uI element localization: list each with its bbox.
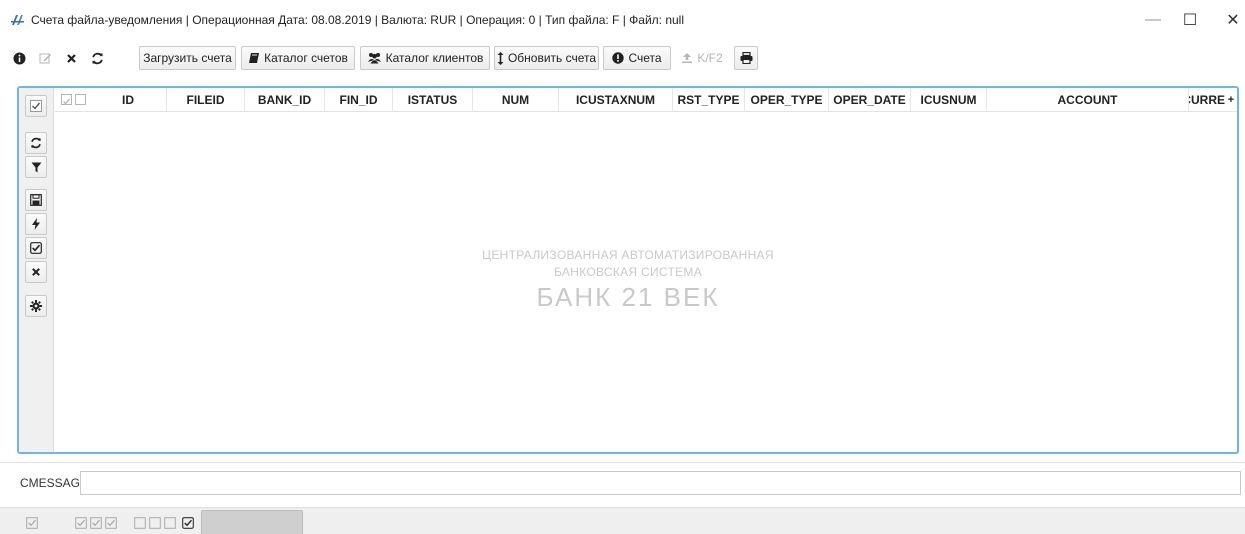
accounts-catalog-button[interactable]: Каталог счетов <box>241 46 355 70</box>
edit-button[interactable] <box>34 46 56 70</box>
checkbox-checked-icon <box>30 100 42 112</box>
book-icon <box>248 52 260 64</box>
refresh-icon <box>91 52 104 65</box>
column-currency[interactable]: CURRE <box>1189 88 1227 112</box>
vertical-arrows-icon <box>497 51 504 65</box>
watermark-logo-text: БАНК 21 ВЕК <box>536 282 720 312</box>
info-button[interactable] <box>8 46 30 70</box>
save-icon <box>30 194 42 206</box>
accounts-table-panel: ID FILEID BANK_ID FIN_ID ISTATUS NUM ICU… <box>17 86 1239 454</box>
kf2-button[interactable]: K/F2 <box>676 46 728 70</box>
column-fileid[interactable]: FILEID <box>167 88 245 112</box>
separator <box>0 462 1245 463</box>
checkboxes-empty-icon <box>134 517 176 529</box>
header-checkbox[interactable] <box>75 94 86 105</box>
edit-icon <box>39 52 52 65</box>
maximize-button[interactable]: ☐ <box>1167 0 1213 40</box>
column-istatus[interactable]: ISTATUS <box>393 88 473 112</box>
column-oper-type[interactable]: OPER_TYPE <box>745 88 829 112</box>
refresh-icon <box>31 137 41 149</box>
lightning-icon <box>32 218 40 230</box>
select-all-button[interactable] <box>25 95 47 117</box>
accounts-button[interactable]: Счета <box>603 46 671 70</box>
print-button[interactable] <box>734 46 758 70</box>
filter-icon <box>31 162 41 172</box>
watermark-line-2: БАНКОВСКАЯ СИСТЕМА <box>553 265 703 279</box>
save-button[interactable] <box>25 189 47 211</box>
uncheck-all-button[interactable] <box>132 514 178 532</box>
cmessage-field[interactable] <box>80 471 1241 495</box>
update-accounts-button[interactable]: Обновить счета <box>494 46 599 70</box>
selected-count-check[interactable] <box>180 514 196 532</box>
single-check-button[interactable] <box>20 514 44 532</box>
selected-count-field <box>201 510 303 534</box>
window-title: Счета файла-уведомления | Операционная Д… <box>31 13 685 27</box>
column-oper-date[interactable]: OPER_DATE <box>829 88 911 112</box>
cmessage-label: CMESSAGE <box>20 476 89 490</box>
column-icusnum[interactable]: ICUSNUM <box>911 88 987 112</box>
column-fin-id[interactable]: FIN_ID <box>325 88 393 112</box>
checkbox-checked-icon <box>26 517 38 529</box>
column-icustaxnum[interactable]: ICUSTAXNUM <box>559 88 673 112</box>
column-bank-id[interactable]: BANK_ID <box>245 88 325 112</box>
info-icon <box>13 52 26 65</box>
checkboxes-checked-icon <box>75 517 117 529</box>
filter-button[interactable] <box>25 156 47 178</box>
header-checkbox-checked[interactable] <box>61 94 72 105</box>
upload-accounts-button[interactable]: Загрузить счета <box>139 46 236 70</box>
print-icon <box>740 52 753 64</box>
side-refresh-button[interactable] <box>25 132 47 154</box>
execute-button[interactable] <box>25 213 47 235</box>
status-bar <box>0 507 1245 534</box>
users-icon <box>367 52 382 64</box>
check-icon <box>63 98 70 105</box>
app-logo-icon <box>11 15 24 25</box>
table-header: ID FILEID BANK_ID FIN_ID ISTATUS NUM ICU… <box>55 88 1237 112</box>
column-rst-type[interactable]: RST_TYPE <box>673 88 745 112</box>
toolbar: Загрузить счета Каталог счетов Каталог к… <box>0 40 1245 76</box>
close-button[interactable]: ✕ <box>1210 0 1245 40</box>
more-columns-button[interactable]: + <box>1225 88 1237 112</box>
delete-button[interactable] <box>60 46 82 70</box>
check-all-button[interactable] <box>72 514 120 532</box>
checkbox-checked-icon <box>182 517 194 529</box>
upload-icon <box>681 52 693 64</box>
column-id[interactable]: ID <box>90 88 167 112</box>
title-bar: Счета файла-уведомления | Операционная Д… <box>0 0 1245 40</box>
column-account[interactable]: ACCOUNT <box>987 88 1189 112</box>
clients-catalog-button[interactable]: Каталог клиентов <box>360 46 490 70</box>
close-icon <box>66 53 77 64</box>
refresh-button[interactable] <box>86 46 108 70</box>
exclamation-circle-icon <box>612 52 625 64</box>
watermark-line-1: ЦЕНТРАЛИЗОВАННАЯ АВТОМАТИЗИРОВАННАЯ <box>482 248 774 262</box>
column-num[interactable]: NUM <box>473 88 559 112</box>
